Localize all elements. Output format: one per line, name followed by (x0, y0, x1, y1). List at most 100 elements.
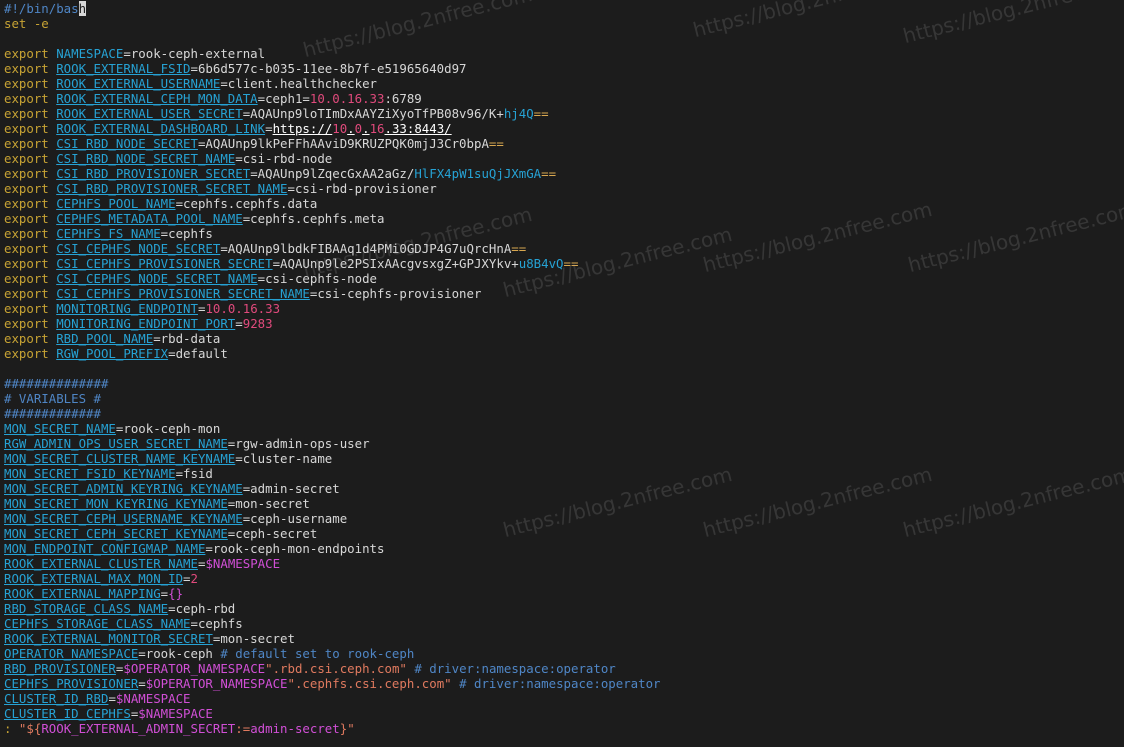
code-line[interactable]: export CSI_CEPHFS_PROVISIONER_SECRET=AQA… (4, 256, 661, 271)
code-line[interactable]: MON_SECRET_MON_KEYRING_KEYNAME=mon-secre… (4, 496, 661, 511)
value-text: =AQAUnp9le2PSIxAAcgvsxgZ+GPJXYkv+ (272, 256, 519, 271)
variable-name: RBD_STORAGE_CLASS_NAME (4, 601, 169, 616)
keyword-token: export (4, 46, 57, 61)
variable-reference: $NAMESPACE (205, 556, 281, 571)
code-line[interactable]: export CSI_CEPHFS_NODE_SECRET_NAME=csi-c… (4, 271, 661, 286)
code-line[interactable]: MON_SECRET_FSID_KEYNAME=fsid (4, 466, 661, 481)
code-line[interactable]: MON_SECRET_ADMIN_KEYRING_KEYNAME=admin-s… (4, 481, 661, 496)
variable-name: CSI_CEPHFS_NODE_SECRET_NAME (56, 271, 258, 286)
value-text: :6789 (384, 91, 422, 106)
code-line[interactable]: export CSI_RBD_NODE_SECRET_NAME=csi-rbd-… (4, 151, 661, 166)
code-line[interactable]: ROOK_EXTERNAL_MAPPING={} (4, 586, 661, 601)
code-line[interactable]: ROOK_EXTERNAL_CLUSTER_NAME=$NAMESPACE (4, 556, 661, 571)
variable-name: ROOK_EXTERNAL_DASHBOARD_LINK (56, 121, 266, 136)
code-line[interactable]: ROOK_EXTERNAL_MONITOR_SECRET=mon-secret (4, 631, 661, 646)
code-line[interactable]: export CEPHFS_FS_NAME=cephfs (4, 226, 661, 241)
variable-name: RBD_POOL_NAME (56, 331, 154, 346)
variable-name: ROOK_EXTERNAL_MAPPING (4, 586, 161, 601)
code-line[interactable]: ############## (4, 376, 661, 391)
code-line[interactable]: export CSI_RBD_PROVISIONER_SECRET_NAME=c… (4, 181, 661, 196)
code-line[interactable] (4, 31, 661, 46)
variable-name: MON_ENDPOINT_CONFIGMAP_NAME (4, 541, 206, 556)
code-line[interactable]: export CSI_RBD_PROVISIONER_SECRET=AQAUnp… (4, 166, 661, 181)
code-line[interactable]: #!/bin/bash (4, 1, 661, 16)
code-line[interactable]: OPERATOR_NAMESPACE=rook-ceph # default s… (4, 646, 661, 661)
url-link[interactable]: . (347, 121, 354, 136)
code-line[interactable]: # VARIABLES # (4, 391, 661, 406)
code-line[interactable]: set -e (4, 16, 661, 31)
code-line[interactable]: export CEPHFS_POOL_NAME=cephfs.cephfs.da… (4, 196, 661, 211)
variable-name: MON_SECRET_ADMIN_KEYRING_KEYNAME (4, 481, 243, 496)
value-text: =ceph1= (257, 91, 310, 106)
variable-name: NAMESPACE (56, 46, 124, 61)
code-line[interactable]: export CSI_CEPHFS_PROVISIONER_SECRET_NAM… (4, 286, 661, 301)
code-line[interactable]: MON_SECRET_CEPH_SECRET_KEYNAME=ceph-secr… (4, 526, 661, 541)
variable-name: ROOK_EXTERNAL_MAX_MON_ID (4, 571, 184, 586)
code-line[interactable]: CLUSTER_ID_RBD=$NAMESPACE (4, 691, 661, 706)
keyword-token: export (4, 76, 57, 91)
code-line[interactable]: export ROOK_EXTERNAL_USERNAME=client.hea… (4, 76, 661, 91)
code-line[interactable]: MON_ENDPOINT_CONFIGMAP_NAME=rook-ceph-mo… (4, 541, 661, 556)
watermark: https://blog.2nfree.com (700, 196, 935, 278)
text-cursor: h (78, 1, 87, 16)
variable-name: CEPHFS_FS_NAME (56, 226, 161, 241)
code-line[interactable]: RBD_PROVISIONER=$OPERATOR_NAMESPACE".rbd… (4, 661, 661, 676)
keyword-token: export (4, 346, 57, 361)
code-line[interactable]: ############# (4, 406, 661, 421)
code-line[interactable]: RBD_STORAGE_CLASS_NAME=ceph-rbd (4, 601, 661, 616)
code-line[interactable]: export ROOK_EXTERNAL_DASHBOARD_LINK=http… (4, 121, 661, 136)
url-link[interactable]: https:// (273, 121, 333, 136)
code-line[interactable]: export ROOK_EXTERNAL_USER_SECRET=AQAUnp9… (4, 106, 661, 121)
code-line[interactable]: export CSI_CEPHFS_NODE_SECRET=AQAUnp9lbd… (4, 241, 661, 256)
variable-name: u8B4vQ (518, 256, 564, 271)
code-line[interactable]: export MONITORING_ENDPOINT_PORT=9283 (4, 316, 661, 331)
code-line[interactable]: export CEPHFS_METADATA_POOL_NAME=cephfs.… (4, 211, 661, 226)
url-link[interactable]: . (362, 121, 369, 136)
value-text: =admin-secret (242, 481, 340, 496)
code-line[interactable]: export NAMESPACE=rook-ceph-external (4, 46, 661, 61)
variable-name: CSI_RBD_NODE_SECRET_NAME (56, 151, 236, 166)
code-line[interactable]: MON_SECRET_CLUSTER_NAME_KEYNAME=cluster-… (4, 451, 661, 466)
code-line[interactable]: export RGW_POOL_PREFIX=default (4, 346, 661, 361)
variable-reference: admin-secret (250, 721, 340, 736)
code-line[interactable]: : "${ROOK_EXTERNAL_ADMIN_SECRET:=admin-s… (4, 721, 661, 736)
code-line[interactable] (4, 361, 661, 376)
code-line[interactable]: CEPHFS_STORAGE_CLASS_NAME=cephfs (4, 616, 661, 631)
number-token: 10 (332, 121, 348, 136)
code-area[interactable]: #!/bin/bash set -e export NAMESPACE=rook-… (4, 1, 661, 736)
variable-name: ROOK_EXTERNAL_FSID (56, 61, 191, 76)
url-link[interactable]: .33:8443/ (385, 121, 452, 136)
variable-name: CEPHFS_POOL_NAME (56, 196, 176, 211)
code-line[interactable]: export CSI_RBD_NODE_SECRET=AQAUnp9lkPeFF… (4, 136, 661, 151)
code-line[interactable]: MON_SECRET_NAME=rook-ceph-mon (4, 421, 661, 436)
code-line[interactable]: export ROOK_EXTERNAL_CEPH_MON_DATA=ceph1… (4, 91, 661, 106)
value-text: =ceph-rbd (168, 601, 236, 616)
variable-reference: {} (168, 586, 184, 601)
keyword-token: set -e (4, 16, 49, 31)
keyword-token: export (4, 226, 57, 241)
code-line[interactable]: CLUSTER_ID_CEPHFS=$NAMESPACE (4, 706, 661, 721)
value-text: = (160, 586, 169, 601)
code-line[interactable]: RGW_ADMIN_OPS_USER_SECRET_NAME=rgw-admin… (4, 436, 661, 451)
code-line[interactable]: MON_SECRET_CEPH_USERNAME_KEYNAME=ceph-us… (4, 511, 661, 526)
variable-name: hj4Q (503, 106, 534, 121)
watermark: https://blog.2nfree.com (700, 461, 935, 543)
base64-padding: == (541, 166, 557, 181)
code-line[interactable]: export ROOK_EXTERNAL_FSID=6b6d577c-b035-… (4, 61, 661, 76)
value-text (452, 676, 459, 691)
keyword-token: export (4, 121, 57, 136)
variable-name: CLUSTER_ID_RBD (4, 691, 109, 706)
keyword-token: export (4, 316, 57, 331)
value-text: =cephfs.cephfs.data (175, 196, 318, 211)
variable-name: ROOK_EXTERNAL_CEPH_MON_DATA (56, 91, 258, 106)
keyword-token: export (4, 241, 57, 256)
keyword-token: export (4, 166, 57, 181)
variable-name: MON_SECRET_CEPH_SECRET_KEYNAME (4, 526, 228, 541)
terminal-editor-window[interactable]: #!/bin/bash set -e export NAMESPACE=rook-… (0, 0, 1124, 747)
code-line[interactable]: ROOK_EXTERNAL_MAX_MON_ID=2 (4, 571, 661, 586)
code-line[interactable]: CEPHFS_PROVISIONER=$OPERATOR_NAMESPACE".… (4, 676, 661, 691)
code-line[interactable]: export RBD_POOL_NAME=rbd-data (4, 331, 661, 346)
code-line[interactable]: export MONITORING_ENDPOINT=10.0.16.33 (4, 301, 661, 316)
value-text: =rgw-admin-ops-user (227, 436, 370, 451)
value-text: =client.healthchecker (220, 76, 377, 91)
